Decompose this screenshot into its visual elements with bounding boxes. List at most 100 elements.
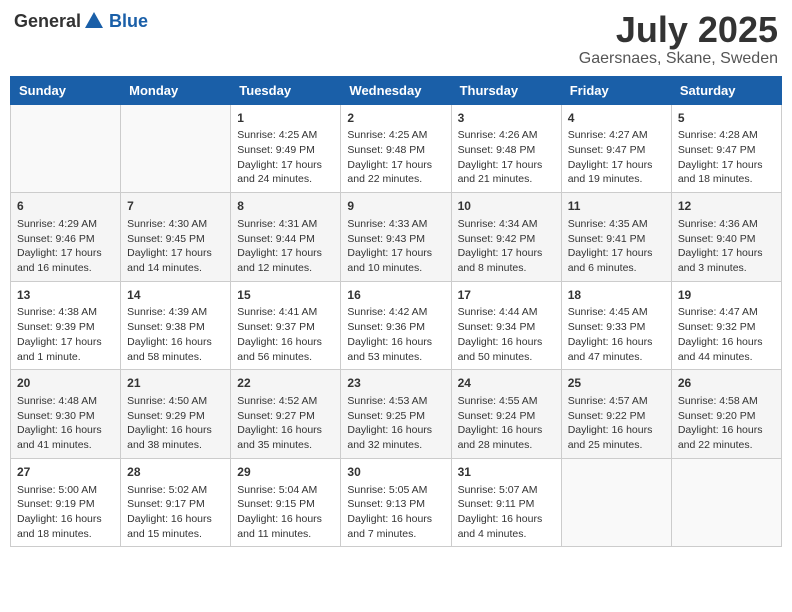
week-row-1: 1Sunrise: 4:25 AMSunset: 9:49 PMDaylight…	[11, 104, 782, 193]
calendar-cell: 23Sunrise: 4:53 AMSunset: 9:25 PMDayligh…	[341, 370, 451, 459]
day-info: Daylight: 17 hours and 24 minutes.	[237, 158, 334, 187]
day-number: 25	[568, 375, 665, 392]
day-info: Sunset: 9:47 PM	[568, 143, 665, 158]
weekday-header-wednesday: Wednesday	[341, 76, 451, 104]
day-info: Sunset: 9:11 PM	[458, 497, 555, 512]
calendar-cell: 8Sunrise: 4:31 AMSunset: 9:44 PMDaylight…	[231, 193, 341, 282]
day-number: 5	[678, 110, 775, 127]
day-info: Sunrise: 4:41 AM	[237, 305, 334, 320]
week-row-5: 27Sunrise: 5:00 AMSunset: 9:19 PMDayligh…	[11, 458, 782, 547]
calendar-cell: 24Sunrise: 4:55 AMSunset: 9:24 PMDayligh…	[451, 370, 561, 459]
calendar-cell: 17Sunrise: 4:44 AMSunset: 9:34 PMDayligh…	[451, 281, 561, 370]
week-row-3: 13Sunrise: 4:38 AMSunset: 9:39 PMDayligh…	[11, 281, 782, 370]
calendar-table: SundayMondayTuesdayWednesdayThursdayFrid…	[10, 76, 782, 548]
day-info: Sunrise: 4:28 AM	[678, 128, 775, 143]
day-number: 1	[237, 110, 334, 127]
day-info: Sunset: 9:39 PM	[17, 320, 114, 335]
day-number: 26	[678, 375, 775, 392]
calendar-cell: 31Sunrise: 5:07 AMSunset: 9:11 PMDayligh…	[451, 458, 561, 547]
day-info: Sunrise: 4:53 AM	[347, 394, 444, 409]
calendar-cell: 28Sunrise: 5:02 AMSunset: 9:17 PMDayligh…	[121, 458, 231, 547]
day-info: Sunrise: 4:50 AM	[127, 394, 224, 409]
day-info: Daylight: 16 hours and 4 minutes.	[458, 512, 555, 541]
day-info: Sunrise: 4:47 AM	[678, 305, 775, 320]
day-info: Sunrise: 5:05 AM	[347, 483, 444, 498]
day-info: Sunrise: 5:07 AM	[458, 483, 555, 498]
day-info: Sunset: 9:20 PM	[678, 409, 775, 424]
day-info: Daylight: 16 hours and 7 minutes.	[347, 512, 444, 541]
calendar-cell: 20Sunrise: 4:48 AMSunset: 9:30 PMDayligh…	[11, 370, 121, 459]
day-number: 18	[568, 287, 665, 304]
day-info: Sunrise: 4:44 AM	[458, 305, 555, 320]
day-info: Sunrise: 4:55 AM	[458, 394, 555, 409]
day-info: Daylight: 17 hours and 1 minute.	[17, 335, 114, 364]
day-number: 12	[678, 198, 775, 215]
day-info: Daylight: 17 hours and 3 minutes.	[678, 246, 775, 275]
title-area: July 2025 Gaersnaes, Skane, Sweden	[579, 10, 778, 68]
day-info: Sunset: 9:33 PM	[568, 320, 665, 335]
week-row-4: 20Sunrise: 4:48 AMSunset: 9:30 PMDayligh…	[11, 370, 782, 459]
day-info: Sunset: 9:48 PM	[347, 143, 444, 158]
calendar-cell: 9Sunrise: 4:33 AMSunset: 9:43 PMDaylight…	[341, 193, 451, 282]
day-number: 9	[347, 198, 444, 215]
day-info: Sunrise: 4:48 AM	[17, 394, 114, 409]
calendar-cell: 4Sunrise: 4:27 AMSunset: 9:47 PMDaylight…	[561, 104, 671, 193]
calendar-cell: 15Sunrise: 4:41 AMSunset: 9:37 PMDayligh…	[231, 281, 341, 370]
day-info: Daylight: 16 hours and 56 minutes.	[237, 335, 334, 364]
calendar-cell: 11Sunrise: 4:35 AMSunset: 9:41 PMDayligh…	[561, 193, 671, 282]
weekday-header-sunday: Sunday	[11, 76, 121, 104]
day-info: Daylight: 17 hours and 19 minutes.	[568, 158, 665, 187]
day-info: Sunrise: 5:02 AM	[127, 483, 224, 498]
logo-icon	[83, 10, 105, 32]
day-info: Sunset: 9:22 PM	[568, 409, 665, 424]
calendar-cell: 10Sunrise: 4:34 AMSunset: 9:42 PMDayligh…	[451, 193, 561, 282]
logo: General Blue	[14, 10, 148, 32]
day-info: Sunset: 9:30 PM	[17, 409, 114, 424]
calendar-cell	[11, 104, 121, 193]
calendar-cell: 12Sunrise: 4:36 AMSunset: 9:40 PMDayligh…	[671, 193, 781, 282]
day-info: Sunrise: 5:00 AM	[17, 483, 114, 498]
day-number: 22	[237, 375, 334, 392]
week-row-2: 6Sunrise: 4:29 AMSunset: 9:46 PMDaylight…	[11, 193, 782, 282]
day-info: Sunrise: 4:52 AM	[237, 394, 334, 409]
day-number: 17	[458, 287, 555, 304]
day-info: Sunset: 9:49 PM	[237, 143, 334, 158]
day-info: Sunset: 9:47 PM	[678, 143, 775, 158]
day-number: 7	[127, 198, 224, 215]
calendar-cell: 18Sunrise: 4:45 AMSunset: 9:33 PMDayligh…	[561, 281, 671, 370]
day-number: 16	[347, 287, 444, 304]
month-title: July 2025	[579, 10, 778, 50]
day-info: Sunrise: 4:31 AM	[237, 217, 334, 232]
day-info: Daylight: 17 hours and 18 minutes.	[678, 158, 775, 187]
calendar-cell	[561, 458, 671, 547]
day-info: Sunrise: 5:04 AM	[237, 483, 334, 498]
weekday-header-monday: Monday	[121, 76, 231, 104]
day-info: Sunrise: 4:27 AM	[568, 128, 665, 143]
weekday-header-row: SundayMondayTuesdayWednesdayThursdayFrid…	[11, 76, 782, 104]
calendar-cell: 22Sunrise: 4:52 AMSunset: 9:27 PMDayligh…	[231, 370, 341, 459]
day-info: Sunset: 9:13 PM	[347, 497, 444, 512]
day-number: 29	[237, 464, 334, 481]
day-info: Daylight: 16 hours and 44 minutes.	[678, 335, 775, 364]
day-info: Daylight: 16 hours and 53 minutes.	[347, 335, 444, 364]
day-info: Daylight: 17 hours and 10 minutes.	[347, 246, 444, 275]
day-info: Sunset: 9:25 PM	[347, 409, 444, 424]
calendar-cell: 5Sunrise: 4:28 AMSunset: 9:47 PMDaylight…	[671, 104, 781, 193]
day-number: 30	[347, 464, 444, 481]
day-info: Sunset: 9:29 PM	[127, 409, 224, 424]
day-number: 24	[458, 375, 555, 392]
day-info: Daylight: 16 hours and 35 minutes.	[237, 423, 334, 452]
calendar-cell: 14Sunrise: 4:39 AMSunset: 9:38 PMDayligh…	[121, 281, 231, 370]
calendar-cell: 21Sunrise: 4:50 AMSunset: 9:29 PMDayligh…	[121, 370, 231, 459]
calendar-cell: 1Sunrise: 4:25 AMSunset: 9:49 PMDaylight…	[231, 104, 341, 193]
weekday-header-thursday: Thursday	[451, 76, 561, 104]
calendar-cell: 6Sunrise: 4:29 AMSunset: 9:46 PMDaylight…	[11, 193, 121, 282]
day-info: Sunset: 9:17 PM	[127, 497, 224, 512]
weekday-header-friday: Friday	[561, 76, 671, 104]
day-info: Daylight: 16 hours and 58 minutes.	[127, 335, 224, 364]
day-info: Sunset: 9:15 PM	[237, 497, 334, 512]
day-info: Daylight: 16 hours and 22 minutes.	[678, 423, 775, 452]
day-info: Daylight: 16 hours and 18 minutes.	[17, 512, 114, 541]
day-info: Sunrise: 4:42 AM	[347, 305, 444, 320]
calendar-cell: 16Sunrise: 4:42 AMSunset: 9:36 PMDayligh…	[341, 281, 451, 370]
